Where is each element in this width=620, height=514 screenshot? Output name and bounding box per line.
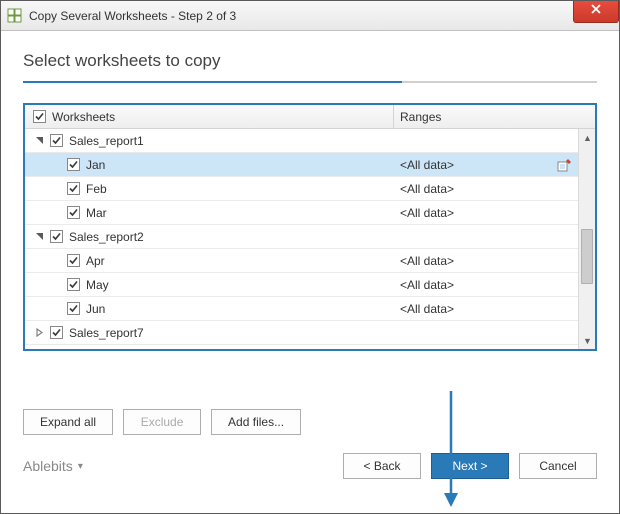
row-range: <All data>: [400, 278, 454, 292]
range-picker-icon[interactable]: [556, 156, 574, 174]
col-ranges-label: Ranges: [400, 110, 441, 124]
row-checkbox[interactable]: [67, 278, 80, 291]
add-files-button[interactable]: Add files...: [211, 409, 301, 435]
row-label: Feb: [86, 182, 107, 196]
row-range: <All data>: [400, 254, 454, 268]
tree-row[interactable]: May <All data>: [25, 273, 578, 297]
tree-row[interactable]: Apr <All data>: [25, 249, 578, 273]
tree-row[interactable]: Jan <All data>: [25, 153, 578, 177]
step-progress: [23, 81, 597, 83]
row-label: Sales_report2: [69, 230, 144, 244]
scroll-down-icon[interactable]: ▼: [579, 332, 595, 349]
tree-row[interactable]: Mar <All data>: [25, 201, 578, 225]
row-checkbox[interactable]: [67, 254, 80, 267]
col-ranges-header[interactable]: Ranges: [394, 105, 595, 128]
app-icon: [7, 8, 23, 24]
row-label: Apr: [86, 254, 105, 268]
brand[interactable]: Ablebits ▾: [23, 458, 83, 474]
row-checkbox[interactable]: [50, 326, 63, 339]
cancel-button[interactable]: Cancel: [519, 453, 597, 479]
collapse-icon[interactable]: [33, 230, 46, 243]
row-label: Jun: [86, 302, 105, 316]
row-checkbox[interactable]: [67, 302, 80, 315]
scroll-up-icon[interactable]: ▲: [579, 129, 595, 146]
tree-scrollbar[interactable]: ▲ ▼: [578, 129, 595, 349]
row-checkbox[interactable]: [50, 230, 63, 243]
row-label: Sales_report1: [69, 134, 144, 148]
row-checkbox[interactable]: [67, 182, 80, 195]
collapse-icon[interactable]: [33, 134, 46, 147]
row-checkbox[interactable]: [50, 134, 63, 147]
col-worksheets-label: Worksheets: [52, 110, 115, 124]
scroll-thumb[interactable]: [581, 229, 593, 284]
row-range: <All data>: [400, 182, 454, 196]
tree-row[interactable]: Sales_report1: [25, 129, 578, 153]
back-button[interactable]: < Back: [343, 453, 421, 479]
chevron-down-icon: ▾: [78, 461, 83, 472]
row-range: <All data>: [400, 158, 454, 172]
titlebar: Copy Several Worksheets - Step 2 of 3: [1, 1, 619, 31]
tree-row[interactable]: Feb <All data>: [25, 177, 578, 201]
select-all-checkbox[interactable]: [33, 110, 46, 123]
row-label: May: [86, 278, 109, 292]
expand-all-button[interactable]: Expand all: [23, 409, 113, 435]
exclude-button[interactable]: Exclude: [123, 409, 201, 435]
window-title: Copy Several Worksheets - Step 2 of 3: [29, 9, 236, 23]
tree-row[interactable]: Sales_report7: [25, 321, 578, 345]
row-label: Sales_report7: [69, 326, 144, 340]
row-label: Mar: [86, 206, 107, 220]
tree-row[interactable]: Sales_report2: [25, 225, 578, 249]
col-worksheets-header[interactable]: Worksheets: [25, 105, 394, 128]
brand-label: Ablebits: [23, 458, 73, 474]
worksheet-tree: Worksheets Ranges Sales_report1 Jan <All d…: [23, 103, 597, 351]
row-checkbox[interactable]: [67, 158, 80, 171]
page-title: Select worksheets to copy: [23, 51, 597, 71]
close-button[interactable]: [573, 1, 619, 23]
tree-header: Worksheets Ranges: [25, 105, 595, 129]
next-button[interactable]: Next >: [431, 453, 509, 479]
row-checkbox[interactable]: [67, 206, 80, 219]
tree-row[interactable]: Jun <All data>: [25, 297, 578, 321]
row-range: <All data>: [400, 302, 454, 316]
row-range: <All data>: [400, 206, 454, 220]
expand-icon[interactable]: [33, 326, 46, 339]
row-label: Jan: [86, 158, 105, 172]
